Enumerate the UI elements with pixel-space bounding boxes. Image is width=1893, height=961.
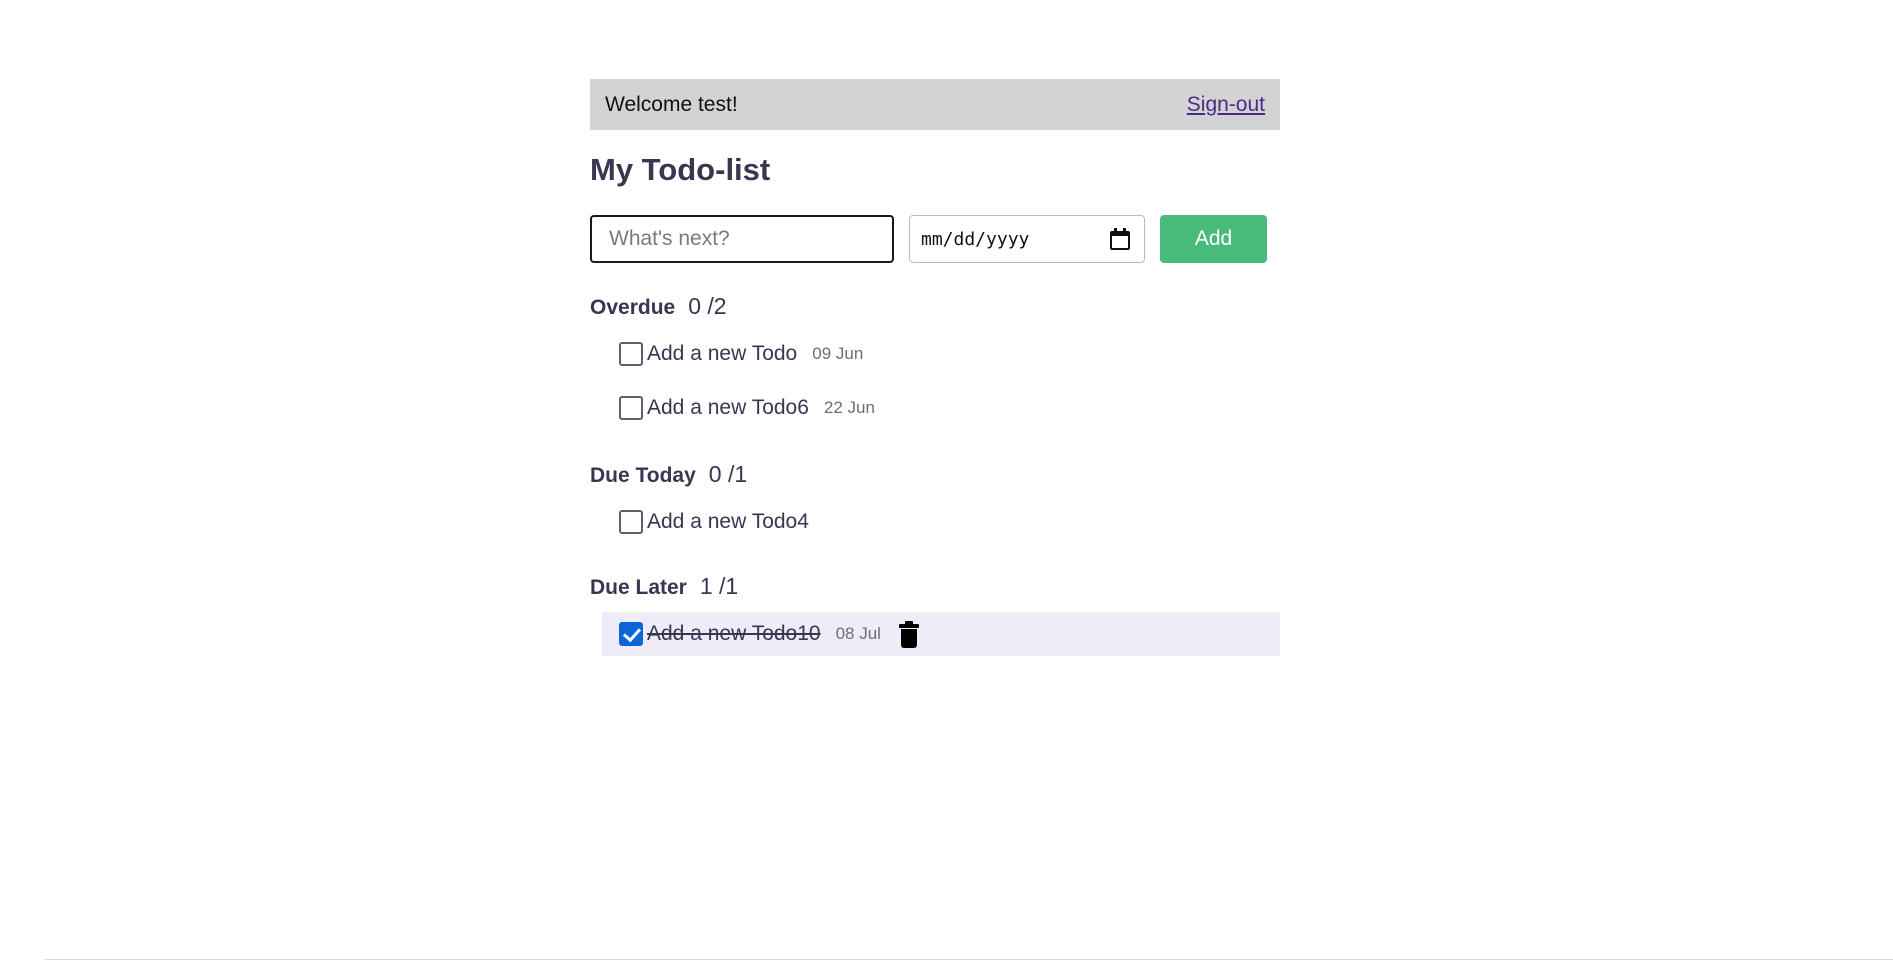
section-header: Due Later 1 /1 [590, 571, 1280, 601]
section-due-today: Due Today 0 /1 Add a new Todo4 [590, 459, 1280, 544]
section-header: Overdue 0 /2 [590, 291, 1280, 321]
bottom-divider [45, 959, 1893, 960]
section-title: Due Later [590, 576, 687, 599]
todo-checkbox-checked[interactable] [619, 622, 643, 646]
todo-date: 22 Jun [823, 398, 875, 417]
page: Welcome test! Sign-out My Todo-list mm/d… [0, 0, 1893, 961]
section-count: 0 /1 [708, 461, 748, 487]
section-count: 1 /1 [699, 573, 739, 599]
date-placeholder: mm/dd/yyyy [921, 228, 1030, 250]
todo-text: Add a new Todo10 [647, 622, 821, 645]
todo-item-completed: Add a new Todo10 08 Jul [602, 612, 1280, 656]
todo-text: Add a new Todo [647, 342, 798, 365]
top-bar: Welcome test! Sign-out [590, 79, 1280, 130]
add-todo-form: mm/dd/yyyy Add [590, 215, 1280, 263]
calendar-icon[interactable] [1110, 228, 1130, 250]
todo-item: Add a new Todo4 [590, 500, 1280, 544]
signout-link[interactable]: Sign-out [1187, 93, 1265, 117]
todo-item: Add a new Todo 09 Jun [590, 332, 1280, 376]
section-count: 0 /2 [688, 293, 727, 319]
todo-text: Add a new Todo4 [647, 510, 809, 533]
section-header: Due Today 0 /1 [590, 459, 1280, 489]
todo-text: Add a new Todo6 [647, 396, 809, 419]
section-title: Overdue [590, 296, 676, 319]
section-title: Due Today [590, 464, 696, 487]
todo-checkbox[interactable] [619, 342, 643, 366]
todo-date-input[interactable]: mm/dd/yyyy [909, 215, 1145, 263]
todo-checkbox[interactable] [619, 510, 643, 534]
section-overdue: Overdue 0 /2 Add a new Todo 09 Jun Add a… [590, 291, 1280, 430]
page-title: My Todo-list [590, 152, 771, 187]
todo-checkbox[interactable] [619, 396, 643, 420]
todo-date: 08 Jul [835, 624, 881, 643]
welcome-text: Welcome test! [605, 92, 738, 116]
todo-text-input[interactable] [590, 215, 894, 263]
todo-item: Add a new Todo6 22 Jun [590, 386, 1280, 430]
todo-date: 09 Jun [812, 344, 864, 363]
todo-app: Welcome test! Sign-out My Todo-list mm/d… [590, 79, 1280, 656]
section-due-later: Due Later 1 /1 Add a new Todo10 08 Jul [590, 571, 1280, 656]
add-button[interactable]: Add [1160, 215, 1267, 263]
trash-icon[interactable] [898, 620, 919, 648]
